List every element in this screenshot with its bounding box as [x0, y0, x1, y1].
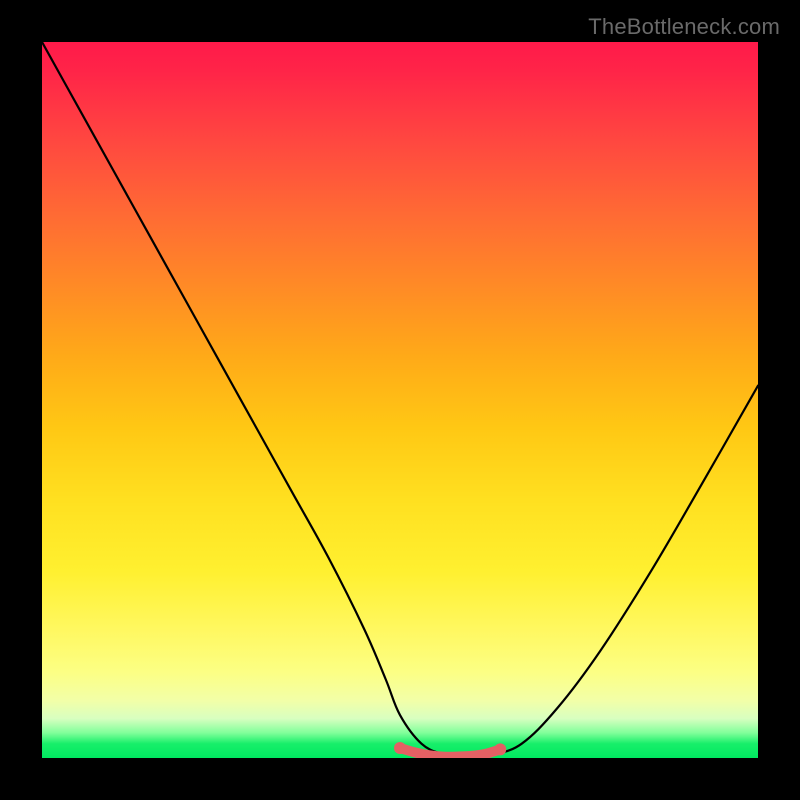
bottleneck-curve	[42, 42, 758, 758]
plot-area	[42, 42, 758, 758]
attribution-text: TheBottleneck.com	[588, 14, 780, 40]
chart-frame: TheBottleneck.com	[0, 0, 800, 800]
curve-layer	[42, 42, 758, 758]
flat-bottom-accent	[394, 742, 506, 757]
